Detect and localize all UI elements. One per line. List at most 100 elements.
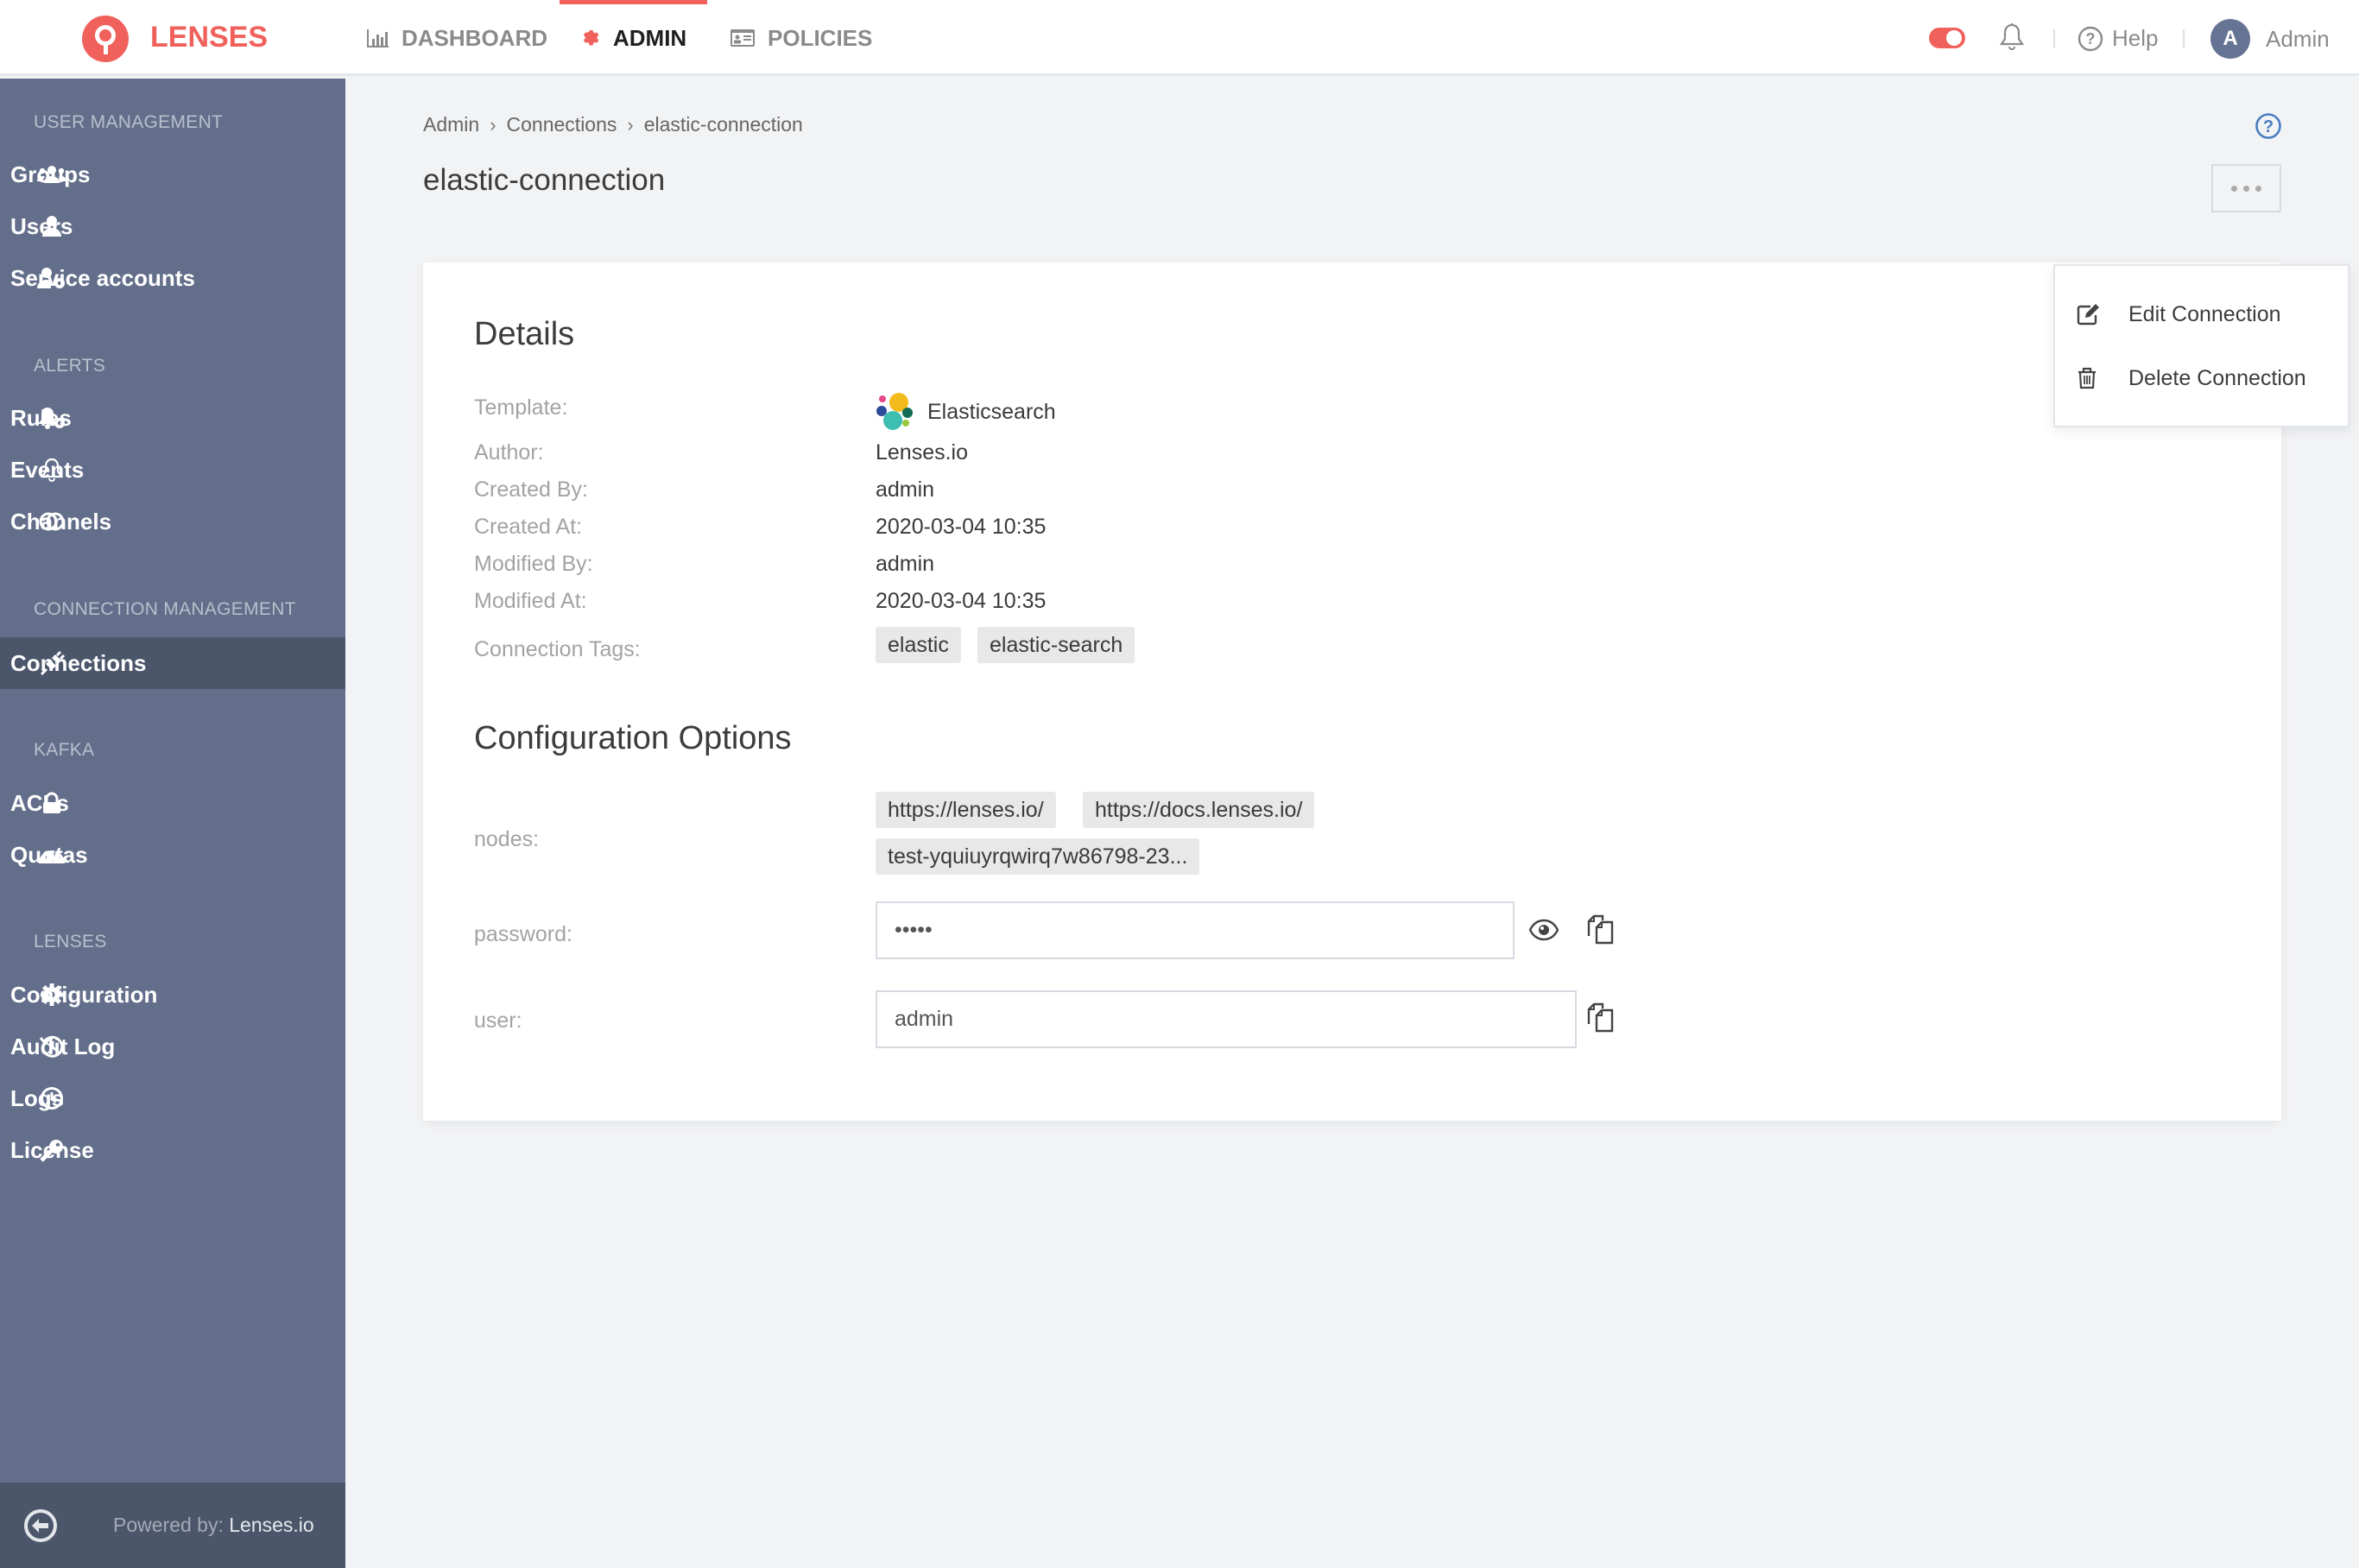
menu-item-label: Delete Connection	[2128, 365, 2306, 390]
help-circle-icon: ?	[2255, 113, 2281, 139]
password-label: password:	[474, 922, 572, 946]
page-title: elastic-connection	[423, 163, 666, 197]
svg-text:?: ?	[2086, 30, 2096, 47]
tab-dashboard[interactable]: DASHBOARD	[367, 0, 547, 76]
sidebar-item-label: Logs	[10, 1084, 65, 1111]
sidebar-item-label: Audit Log	[10, 1033, 116, 1059]
sidebar-section-connection-management: CONNECTION MANAGEMENT	[34, 599, 296, 619]
configuration-options-title: Configuration Options	[474, 720, 792, 756]
tab-admin-label: ADMIN	[613, 24, 687, 51]
top-bar: LENSES DASHBOARD ADMIN POLICIES ? Help A…	[0, 0, 2359, 76]
password-input[interactable]	[895, 918, 1513, 943]
sidebar-item-label: Rules	[10, 404, 72, 431]
tab-policies[interactable]: POLICIES	[730, 0, 872, 76]
powered-by-name[interactable]: Lenses.io	[229, 1514, 313, 1536]
chevron-right-icon: ›	[490, 113, 496, 136]
breadcrumb-connections[interactable]: Connections	[507, 113, 617, 136]
collapse-sidebar-button[interactable]	[23, 1508, 58, 1547]
sidebar-item-label: ACLs	[10, 789, 69, 816]
user-input[interactable]	[895, 1007, 1575, 1032]
user-label: user:	[474, 1008, 522, 1033]
arrow-left-circle-icon	[24, 1509, 57, 1542]
modified-by-value: admin	[876, 552, 935, 576]
sidebar-item-label: License	[10, 1136, 94, 1163]
sidebar-item-connections[interactable]: Connections	[0, 637, 345, 689]
menu-item-label: Edit Connection	[2128, 301, 2281, 326]
sidebar-section-lenses: LENSES	[34, 932, 107, 952]
copy-user-button[interactable]	[1585, 1002, 1615, 1033]
menu-item-edit-connection[interactable]: Edit Connection	[2055, 288, 2348, 340]
created-by-value: admin	[876, 477, 935, 502]
node-tag: https://lenses.io/	[876, 792, 1056, 828]
actions-dropdown-menu: Edit Connection Delete Connection	[2053, 264, 2350, 427]
sidebar-item-configuration[interactable]: Configuration	[0, 969, 345, 1021]
brand-name[interactable]: LENSES	[150, 21, 268, 54]
dot	[2255, 185, 2261, 192]
help-circle-icon: ?	[2078, 26, 2103, 51]
powered-by: Powered by: Lenses.io	[113, 1514, 314, 1537]
gear-icon	[580, 28, 601, 48]
sidebar-item-label: Quotas	[10, 841, 88, 868]
connection-tag: elastic-search	[977, 627, 1135, 663]
lenses-logo-icon[interactable]	[82, 16, 129, 62]
sidebar-item-acls[interactable]: ACLs	[0, 777, 345, 829]
user-menu[interactable]: A Admin	[2210, 19, 2330, 59]
author-value: Lenses.io	[876, 440, 969, 465]
sidebar-item-logs[interactable]: Logs	[0, 1072, 345, 1124]
copy-icon	[1587, 1002, 1614, 1033]
more-actions-button[interactable]	[2211, 164, 2281, 212]
sidebar-item-events[interactable]: Events	[0, 444, 345, 496]
modified-at-label: Modified At:	[474, 589, 587, 613]
sidebar: USER MANAGEMENT Groups Users Service acc…	[0, 79, 345, 1568]
breadcrumb-current: elastic-connection	[643, 113, 803, 136]
node-tag: https://docs.lenses.io/	[1083, 792, 1315, 828]
sidebar-item-channels[interactable]: Channels	[0, 496, 345, 547]
status-toggle[interactable]	[1929, 28, 1965, 48]
sidebar-footer: Powered by: Lenses.io	[0, 1483, 345, 1568]
id-card-icon	[730, 28, 756, 48]
help-link[interactable]: ? Help	[2078, 25, 2158, 52]
sidebar-item-label: Configuration	[10, 981, 158, 1008]
show-password-button[interactable]	[1529, 919, 1559, 941]
sidebar-item-license[interactable]: License	[0, 1124, 345, 1176]
template-value: Elasticsearch	[876, 392, 1056, 432]
divider	[2183, 29, 2185, 48]
sidebar-item-quotas[interactable]: Quotas	[0, 829, 345, 881]
sidebar-item-audit-log[interactable]: Audit Log	[0, 1021, 345, 1072]
eye-icon	[1529, 919, 1559, 941]
sidebar-section-alerts: ALERTS	[34, 356, 106, 376]
sidebar-item-rules[interactable]: Rules	[0, 392, 345, 444]
breadcrumb-admin[interactable]: Admin	[423, 113, 479, 136]
help-label: Help	[2112, 25, 2159, 51]
nodes-label: nodes:	[474, 827, 540, 851]
created-at-label: Created At:	[474, 515, 583, 539]
template-name: Elasticsearch	[927, 399, 1056, 424]
sidebar-item-groups[interactable]: Groups	[0, 149, 345, 200]
password-field[interactable]	[876, 901, 1515, 959]
chevron-right-icon: ›	[627, 113, 634, 136]
user-field[interactable]	[876, 990, 1577, 1048]
sidebar-item-users[interactable]: Users	[0, 200, 345, 252]
copy-icon	[1587, 914, 1614, 945]
elasticsearch-logo-icon	[876, 393, 913, 430]
menu-item-delete-connection[interactable]: Delete Connection	[2055, 352, 2348, 404]
connection-tag: elastic	[876, 627, 961, 663]
sidebar-item-label: Groups	[10, 161, 91, 187]
dot	[2231, 185, 2237, 192]
sidebar-section-user-management: USER MANAGEMENT	[34, 112, 224, 132]
modified-by-label: Modified By:	[474, 552, 593, 576]
tab-admin[interactable]: ADMIN	[560, 0, 708, 76]
page-help-button[interactable]: ?	[2255, 112, 2282, 144]
notifications-bell-icon[interactable]	[1998, 22, 2026, 58]
sidebar-item-label: Service accounts	[10, 264, 195, 291]
sidebar-item-label: Connections	[10, 649, 147, 676]
user-name: Admin	[2266, 25, 2330, 52]
active-tab-indicator	[560, 0, 708, 4]
avatar: A	[2210, 19, 2250, 59]
sidebar-item-label: Channels	[10, 508, 112, 534]
copy-password-button[interactable]	[1585, 914, 1615, 945]
created-by-label: Created By:	[474, 477, 589, 502]
sidebar-item-service-accounts[interactable]: Service accounts	[0, 252, 345, 304]
svg-text:?: ?	[2263, 117, 2274, 136]
breadcrumb: Admin › Connections › elastic-connection	[423, 113, 803, 136]
